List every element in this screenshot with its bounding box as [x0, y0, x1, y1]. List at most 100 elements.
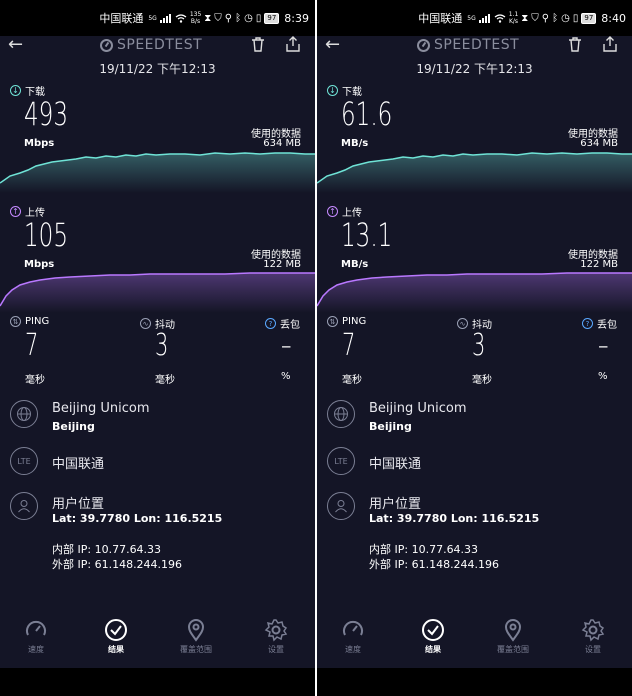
carrier-name: 中国联通 [99, 12, 144, 25]
jitter-unit: 毫秒 [155, 375, 175, 386]
nav-results-label: 结果 [108, 645, 124, 654]
shield-icon: ⛉ [214, 12, 222, 24]
net-rate-value: 1.1 [508, 11, 519, 18]
nav-speed-label: 速度 [345, 645, 361, 654]
provider-city: Beijing [369, 420, 412, 433]
signal-icon [159, 13, 171, 23]
trash-icon[interactable] [567, 36, 583, 53]
location-pin-icon: ⚲ [541, 12, 550, 24]
trash-icon[interactable] [250, 36, 266, 53]
bluetooth-icon: ᛒ [235, 12, 242, 24]
net-rate: 135 B/s [190, 11, 201, 25]
question-icon[interactable]: ? [582, 318, 593, 329]
battery-icon: 97 [581, 12, 597, 24]
ping-label-text: PING [25, 316, 50, 327]
external-ip: 外部 IP: 61.148.244.196 [369, 558, 500, 571]
battery-icon: 97 [264, 12, 280, 24]
nav-results[interactable]: 结果 [86, 618, 146, 655]
speedtest-gauge-icon [417, 38, 430, 52]
jitter-icon: ∿ [140, 318, 151, 329]
nav-speed[interactable]: 速度 [6, 618, 66, 655]
nav-settings-label: 设置 [585, 645, 601, 654]
check-circle-icon [422, 619, 444, 641]
share-icon[interactable] [285, 36, 301, 53]
net-rate-unit: K/s [508, 18, 519, 25]
vibrate-icon: ▯ [255, 12, 262, 24]
status-bar: 中国联通 5G 135 B/s ⧗ ⛉ ⚲ ᛒ ◷ ▯ 97 8:39 [0, 0, 315, 36]
nav-coverage-label: 覆盖范围 [180, 645, 212, 654]
download-arrow-icon: ↓ [10, 85, 21, 96]
network-carrier-name: 中国联通 [52, 457, 105, 472]
status-bar: 中国联通 5G 1.1 K/s ⧗ ⛉ ⚲ ᛒ ◷ ▯ 97 8:40 [317, 0, 632, 36]
ping-unit: 毫秒 [342, 375, 362, 386]
location-pin-icon: ⚲ [224, 12, 233, 24]
hourglass-icon: ⧗ [521, 12, 529, 24]
ping-label: ⇅ PING [10, 316, 49, 327]
packet-loss-value: – [598, 328, 609, 363]
download-value: 493 [24, 95, 68, 133]
packet-loss-unit: % [598, 371, 608, 382]
bottom-nav: 速度 结果 覆盖范围 设置 [0, 618, 315, 668]
internal-ip: 内部 IP: 10.77.64.33 [369, 543, 479, 556]
test-datetime: 19/11/22 下午12:13 [99, 62, 216, 76]
upload-arrow-icon: ↑ [327, 206, 338, 217]
net-rate-value: 135 [189, 11, 202, 18]
back-arrow-icon[interactable]: ← [8, 34, 23, 55]
alarm-icon: ◷ [561, 12, 570, 24]
provider-city: Beijing [52, 420, 95, 433]
user-location-title: 用户位置 [52, 497, 105, 512]
share-icon[interactable] [602, 36, 618, 53]
system-nav-bar [317, 668, 632, 696]
ping-unit: 毫秒 [25, 375, 45, 386]
nav-coverage[interactable]: 覆盖范围 [166, 618, 226, 655]
net-rate: 1.1 K/s [509, 11, 519, 25]
ping-label-text: PING [342, 316, 367, 327]
bluetooth-icon: ᛒ [552, 12, 559, 24]
globe-icon [327, 400, 355, 428]
nav-settings[interactable]: 设置 [246, 618, 306, 655]
network-gen: 5G [148, 14, 157, 22]
network-gen: 5G [467, 14, 476, 22]
ping-value: 7 [25, 328, 39, 363]
nav-results-label: 结果 [425, 645, 441, 654]
speed-gauge-icon [26, 620, 46, 636]
back-arrow-icon[interactable]: ← [325, 34, 340, 55]
logo-text: SPEEDTEST [434, 37, 520, 53]
bottom-nav: 速度 结果 覆盖范围 设置 [317, 618, 632, 668]
globe-icon [10, 400, 38, 428]
packet-loss-unit: % [281, 371, 291, 382]
signal-icon [478, 13, 490, 23]
nav-speed[interactable]: 速度 [323, 618, 383, 655]
ping-icon: ⇅ [327, 316, 338, 327]
gear-icon [581, 619, 605, 642]
upload-arrow-icon: ↑ [10, 206, 21, 217]
wifi-icon [494, 13, 506, 23]
clock: 8:39 [284, 11, 309, 25]
download-speed-graph [317, 152, 632, 193]
lte-badge-icon: LTE [327, 447, 355, 475]
ping-value: 7 [342, 328, 356, 363]
logo-text: SPEEDTEST [117, 37, 203, 53]
alarm-icon: ◷ [244, 12, 253, 24]
ping-label: ⇅ PING [327, 316, 366, 327]
question-icon[interactable]: ? [265, 318, 276, 329]
hourglass-icon: ⧗ [204, 12, 212, 24]
nav-settings-label: 设置 [268, 645, 284, 654]
user-icon [10, 492, 38, 520]
provider-name: Beijing Unicom [52, 401, 150, 416]
wifi-icon [175, 13, 187, 23]
external-ip: 外部 IP: 61.148.244.196 [52, 558, 183, 571]
speed-gauge-icon [343, 620, 363, 636]
test-datetime: 19/11/22 下午12:13 [416, 62, 533, 76]
app-header: ← SPEEDTEST [0, 34, 315, 56]
nav-coverage[interactable]: 覆盖范围 [483, 618, 543, 655]
speedtest-screen-right: 中国联通 5G 1.1 K/s ⧗ ⛉ ⚲ ᛒ ◷ ▯ 97 8:40 ← SPE… [317, 0, 632, 696]
speedtest-logo: SPEEDTEST [417, 37, 519, 53]
gear-icon [264, 619, 288, 642]
system-nav-bar [0, 668, 315, 696]
user-location-title: 用户位置 [369, 497, 422, 512]
jitter-unit: 毫秒 [472, 375, 492, 386]
app-header: ← SPEEDTEST [317, 34, 632, 56]
nav-settings[interactable]: 设置 [563, 618, 623, 655]
nav-results[interactable]: 结果 [403, 618, 463, 655]
